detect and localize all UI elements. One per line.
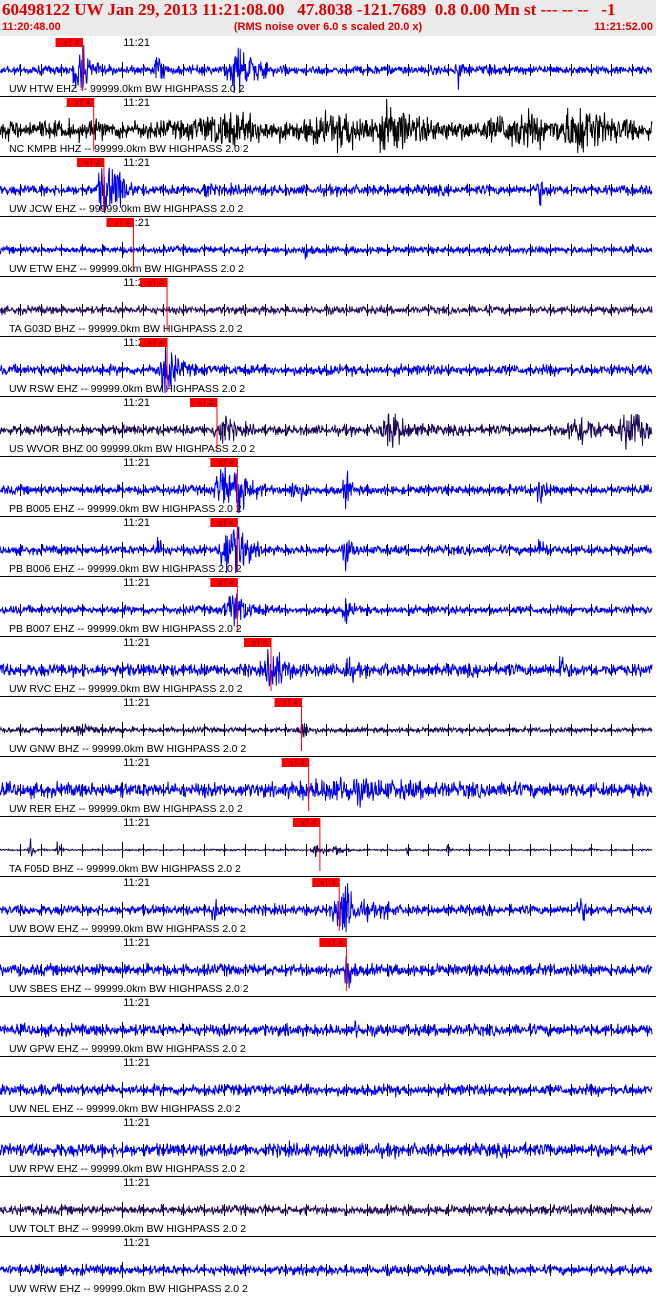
minute-label: 11:21 — [123, 1237, 150, 1249]
station-label: UW RVC EHZ -- 99999.0km BW HIGHPASS 2.0 … — [9, 683, 243, 695]
trace-row: 11:21 UW RVC EHZ -- 99999.0km BW HIGHPASS… — [0, 636, 656, 695]
trace-row: 11:21 US WVOR BHZ 00 99999.0km BW HIGHPAS… — [0, 396, 656, 455]
pick-label: xT 4 — [218, 579, 234, 588]
minute-label: 11:21 — [123, 877, 150, 889]
pick-label: xT 4 — [320, 879, 336, 888]
minute-label: 11:21 — [123, 157, 150, 169]
minute-label: 11:21 — [123, 697, 150, 709]
pick-label: xT 4 — [301, 819, 317, 828]
trace-row: 11:21 PB B007 EHZ -- 99999.0km BW HIGHPAS… — [0, 576, 656, 635]
station-label: TA F05D BHZ -- 99999.0km BW HIGHPASS 2.0… — [9, 863, 241, 875]
station-label: UW HTW EHZ -- 99999.0km BW HIGHPASS 2.0 … — [9, 83, 245, 95]
pick-label: xT 4 — [327, 939, 343, 948]
pick-marker: xT 4 — [319, 938, 347, 948]
minute-label: 11:21 — [123, 37, 150, 49]
pick-label: xT 4 — [290, 759, 306, 768]
trace-row: 11:21UW RSW EHZ -- 99999.0km BW HIGHPASS… — [0, 336, 656, 395]
station-label: PB B007 EHZ -- 99999.0km BW HIGHPASS 2.0… — [9, 623, 242, 635]
trace-row: 11:21 UW GPW EHZ -- 99999.0km BW HIGHPASS… — [0, 996, 656, 1055]
pick-marker: xT 4 — [55, 38, 83, 48]
station-label: NC KMPB HHZ -- 99999.0km BW HIGHPASS 2.0… — [9, 143, 249, 155]
minute-label: 11:21 — [123, 517, 150, 529]
station-label: US WVOR BHZ 00 99999.0km BW HIGHPASS 2.0… — [9, 443, 255, 455]
station-label: UW NEL EHZ -- 99999.0km BW HIGHPASS 2.0 … — [9, 1103, 241, 1115]
pick-marker: xT 4 — [292, 818, 320, 828]
trace-row: 11:21 TA F05D BHZ -- 99999.0km BW HIGHPAS… — [0, 816, 656, 875]
pick-marker: xT 4 — [274, 698, 302, 708]
header-bar: 60498122 UW Jan 29, 2013 11:21:08.00 47.… — [0, 0, 656, 36]
trace-row: 11:21 UW WRW EHZ -- 99999.0km BW HIGHPASS… — [0, 1236, 656, 1295]
waveform — [0, 593, 653, 627]
pick-label: xT 4 — [148, 339, 164, 348]
trace-row: 11:21UW ETW EHZ -- 99999.0km BW HIGHPASS… — [0, 216, 656, 275]
trace-row: 11:21 PB B006 EHZ -- 99999.0km BW HIGHPAS… — [0, 516, 656, 575]
minute-label: 11:21 — [123, 397, 150, 409]
pick-label: xT 4 — [198, 399, 214, 408]
pick-label: xT 4 — [252, 639, 268, 648]
pick-marker: xT 4 — [210, 518, 238, 528]
station-label: UW TOLT BHZ -- 99999.0km BW HIGHPASS 2.0… — [9, 1223, 246, 1235]
trace-row: 11:21 UW RER EHZ -- 99999.0km BW HIGHPASS… — [0, 756, 656, 815]
trace-row: 11:21 UW RPW EHZ -- 99999.0km BW HIGHPASS… — [0, 1116, 656, 1175]
station-label: UW BOW EHZ -- 99999.0km BW HIGHPASS 2.0 … — [9, 923, 246, 935]
trace-row: 11:21 UW JCW EHZ -- 99999.0km BW HIGHPASS… — [0, 156, 656, 215]
minute-label: 11:21 — [123, 817, 150, 829]
event-title: 60498122 UW Jan 29, 2013 11:21:08.00 47.… — [2, 0, 616, 19]
minute-label: 11:21 — [123, 1117, 150, 1129]
station-label: UW RER EHZ -- 99999.0km BW HIGHPASS 2.0 … — [9, 803, 243, 815]
pick-label: xT 4 — [283, 699, 299, 708]
pick-marker: xT 4 — [66, 98, 94, 108]
station-label: UW GPW EHZ -- 99999.0km BW HIGHPASS 2.0 … — [9, 1043, 246, 1055]
pick-marker: xT 4 — [210, 578, 238, 588]
station-label: PB B005 EHZ -- 99999.0km BW HIGHPASS 2.0… — [9, 503, 242, 515]
pick-marker: xT 4 — [189, 398, 217, 408]
trace-row: 11:21 UW TOLT BHZ -- 99999.0km BW HIGHPAS… — [0, 1176, 656, 1235]
station-label: UW SBES EHZ -- 99999.0km BW HIGHPASS 2.0… — [9, 983, 249, 995]
station-label: UW RPW EHZ -- 99999.0km BW HIGHPASS 2.0 … — [9, 1163, 245, 1175]
minute-label: 11:21 — [123, 457, 150, 469]
trace-row: 11:21 UW NEL EHZ -- 99999.0km BW HIGHPASS… — [0, 1056, 656, 1115]
rms-note: (RMS noise over 6.0 s scaled 20.0 x) — [233, 21, 423, 33]
minute-label: 11:21 — [123, 637, 150, 649]
station-label: PB B006 EHZ -- 99999.0km BW HIGHPASS 2.0… — [9, 563, 242, 575]
pick-label: xT 4 — [75, 99, 91, 108]
minute-label: 11:21 — [123, 997, 150, 1009]
minute-label: 11:21 — [123, 937, 150, 949]
station-label: UW ETW EHZ -- 99999.0km BW HIGHPASS 2.0 … — [9, 263, 244, 275]
pick-label: xT 4 — [148, 279, 164, 288]
end-time: 11:21:52.00 — [594, 21, 653, 33]
pick-marker: xT 4 — [312, 878, 340, 888]
station-label: UW GNW BHZ -- 99999.0km BW HIGHPASS 2.0 … — [9, 743, 246, 755]
waveform — [0, 1140, 653, 1160]
trace-row: 11:21 PB B005 EHZ -- 99999.0km BW HIGHPAS… — [0, 456, 656, 515]
minute-label: 11:21 — [123, 577, 150, 589]
trace-row: 11:21 UW GNW BHZ -- 99999.0km BW HIGHPASS… — [0, 696, 656, 755]
trace-row: 11:21 UW SBES EHZ -- 99999.0km BW HIGHPAS… — [0, 936, 656, 995]
seismogram-plot: 11:21 UW HTW EHZ -- 99999.0km BW HIGHPASS… — [0, 37, 656, 1295]
trace-row: 11:21TA G03D BHZ -- 99999.0km BW HIGHPAS… — [0, 276, 656, 335]
pick-label: xT 4 — [218, 459, 234, 468]
minute-label: 11:21 — [123, 757, 150, 769]
pick-marker: xT 4 — [281, 758, 309, 768]
pick-marker: xT 4 — [210, 458, 238, 468]
trace-row: 11:21 UW BOW EHZ -- 99999.0km BW HIGHPASS… — [0, 876, 656, 935]
minute-label: 11:21 — [123, 1177, 150, 1189]
station-label: UW RSW EHZ -- 99999.0km BW HIGHPASS 2.0 … — [9, 383, 245, 395]
pick-label: xT 4 — [114, 219, 130, 228]
trace-row: 11:21 UW HTW EHZ -- 99999.0km BW HIGHPASS… — [0, 37, 653, 95]
pick-label: xT 4 — [64, 39, 80, 48]
pick-marker: xT 4 — [140, 278, 168, 288]
pick-label: xT 4 — [218, 519, 234, 528]
minute-label: 11:21 — [123, 1057, 150, 1069]
pick-marker: xT 4 — [140, 338, 168, 348]
pick-marker: xT 4 — [106, 218, 134, 228]
trace-row: 11:21 NC KMPB HHZ -- 99999.0km BW HIGHPAS… — [0, 96, 656, 155]
pick-marker: xT 4 — [243, 638, 271, 648]
pick-label: xT 4 — [85, 159, 101, 168]
station-label: UW WRW EHZ -- 99999.0km BW HIGHPASS 2.0 … — [9, 1283, 248, 1295]
minute-label: 11:21 — [123, 97, 150, 109]
station-label: UW JCW EHZ -- 99999.0km BW HIGHPASS 2.0 … — [9, 203, 244, 215]
pick-marker: xT 4 — [76, 158, 104, 168]
station-label: TA G03D BHZ -- 99999.0km BW HIGHPASS 2.0… — [9, 323, 243, 335]
